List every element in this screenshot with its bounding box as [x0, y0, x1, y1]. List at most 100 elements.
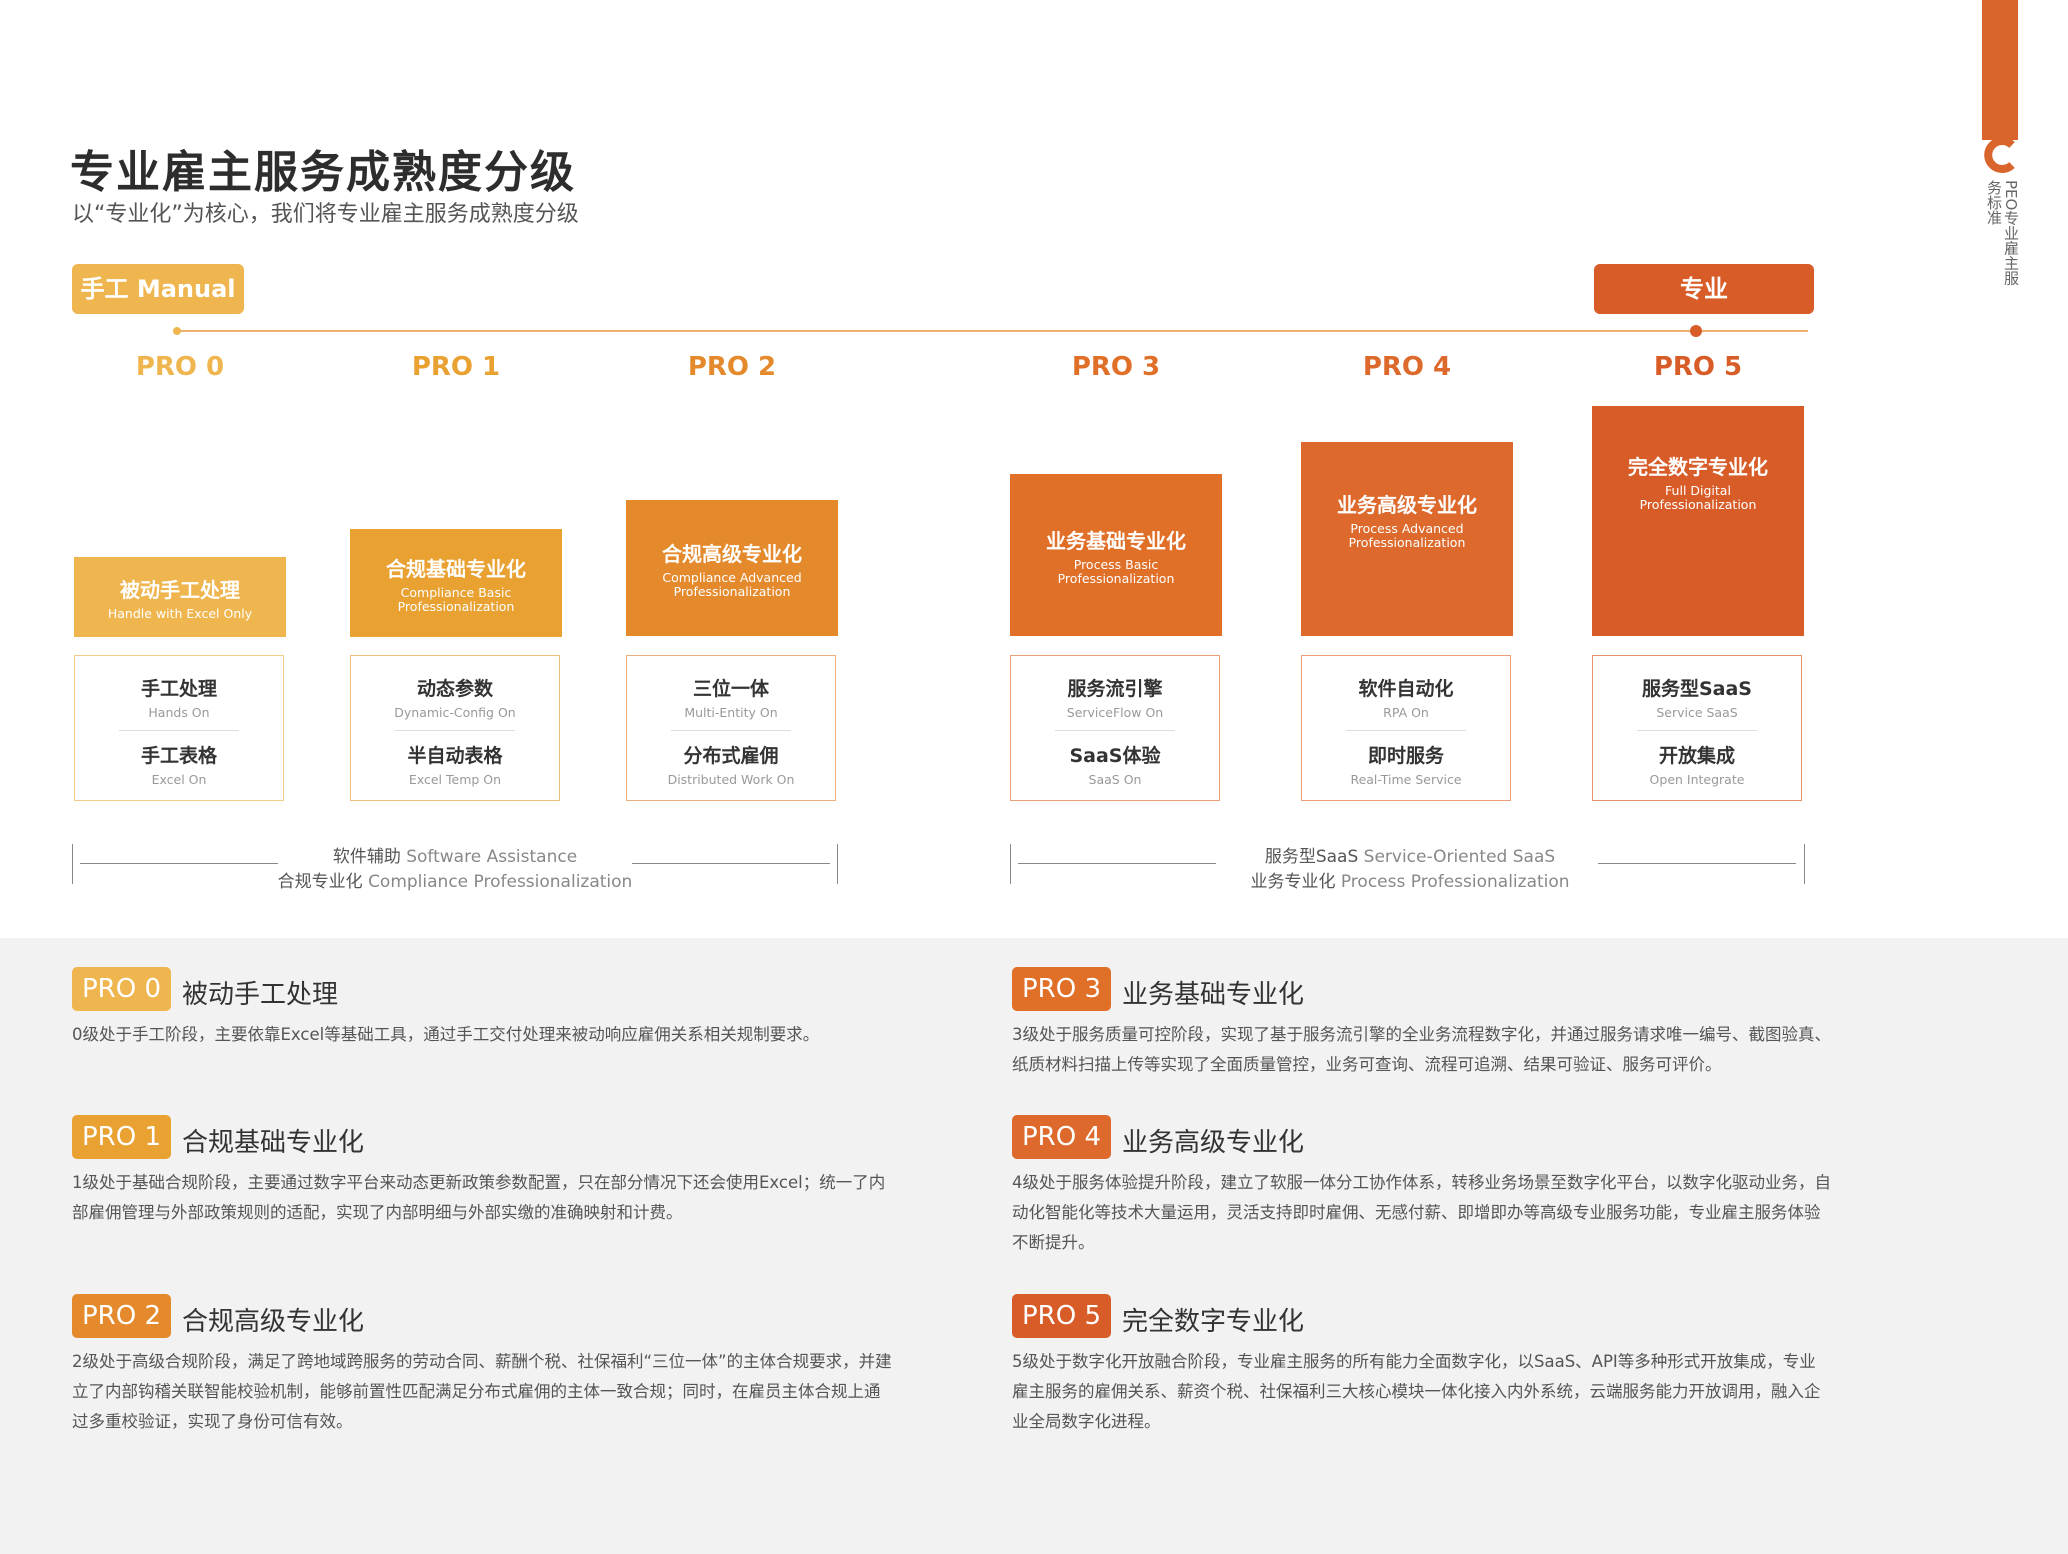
feature-name: 半自动表格 — [407, 745, 503, 767]
desc-title-pro3: 业务基础专业化 — [1122, 980, 1305, 1010]
level-box-title: 合规高级专业化 — [662, 541, 802, 566]
level-box-pro5: 完全数字专业化 Full Digital Professionalization — [1592, 406, 1804, 636]
desc-badge-pro5: PRO 5 — [1012, 1294, 1112, 1338]
timeline-end-dot — [1690, 325, 1702, 337]
desc-title-pro4: 业务高级专业化 — [1122, 1128, 1305, 1158]
page-subtitle: 以“专业化”为核心，我们将专业雇主服务成熟度分级 — [72, 202, 579, 227]
feature-en: RPA On — [1383, 705, 1429, 720]
feature-en: Dynamic-Config On — [394, 705, 516, 720]
bracket-right-label: 服务型SaaS Service-Oriented SaaS 业务专业化 Proc… — [1210, 842, 1610, 892]
bracket-right-edge — [1010, 844, 1011, 884]
feature-box-pro0: 手工处理 Hands On 手工表格 Excel On — [74, 655, 284, 801]
timeline-line — [178, 330, 1808, 332]
page-title: 专业雇主服务成熟度分级 — [70, 147, 576, 198]
timeline-start-dot — [173, 327, 181, 335]
feature-en: Distributed Work On — [667, 772, 795, 787]
feature-name: 开放集成 — [1658, 745, 1735, 767]
feature-en: Real-Time Service — [1350, 772, 1462, 787]
level-label-pro3: PRO 3 — [1071, 352, 1161, 382]
desc-body-pro3: 3级处于服务质量可控阶段，实现了基于服务流引擎的全业务流程数字化，并通过服务请求… — [1012, 1025, 1831, 1074]
level-box-title: 被动手工处理 — [120, 577, 240, 602]
bracket-arrow-line — [80, 863, 278, 864]
feature-name: SaaS体验 — [1069, 745, 1161, 767]
desc-body-pro0: 0级处于手工阶段，主要依靠Excel等基础工具，通过手工交付处理来被动响应雇佣关… — [72, 1025, 820, 1044]
bracket-left-edge — [72, 844, 73, 884]
bracket-cn: 服务型SaaS — [1264, 847, 1359, 867]
feature-en: Service SaaS — [1656, 705, 1738, 720]
desc-title-pro0: 被动手工处理 — [182, 980, 339, 1010]
bracket-en: Service-Oriented SaaS — [1363, 847, 1556, 867]
bracket-left-edge — [837, 844, 838, 884]
divider — [671, 730, 791, 731]
level-label-pro0: PRO 0 — [135, 352, 225, 382]
level-box-subtitle: Compliance Advanced Professionalization — [662, 569, 802, 599]
feature-name: 分布式雇佣 — [683, 745, 779, 767]
feature-name: 手工处理 — [140, 678, 217, 700]
level-box-pro2: 合规高级专业化 Compliance Advanced Professional… — [626, 500, 838, 636]
bracket-cn: 业务专业化 — [1250, 872, 1336, 892]
feature-name: 手工表格 — [140, 745, 217, 767]
desc-badge-pro4: PRO 4 — [1012, 1115, 1112, 1159]
feature-box-pro2: 三位一体 Multi-Entity On 分布式雇佣 Distributed W… — [626, 655, 836, 801]
feature-en: Multi-Entity On — [684, 705, 778, 720]
desc-badge-pro0: PRO 0 — [72, 967, 172, 1011]
level-label-pro5: PRO 5 — [1653, 352, 1743, 382]
divider — [1637, 730, 1757, 731]
desc-body-pro5: 5级处于数字化开放融合阶段，专业雇主服务的所有能力全面数字化，以SaaS、API… — [1012, 1352, 1821, 1431]
level-box-subtitle: Full Digital Professionalization — [1639, 482, 1757, 512]
desc-badge-pro3: PRO 3 — [1012, 967, 1112, 1011]
feature-name: 服务型SaaS — [1641, 678, 1752, 700]
feature-name: 服务流引擎 — [1067, 678, 1163, 700]
level-box-pro0: 被动手工处理 Handle with Excel Only — [74, 557, 286, 637]
level-box-title: 业务高级专业化 — [1337, 492, 1477, 517]
level-box-subtitle: Handle with Excel Only — [107, 605, 253, 621]
feature-en: Hands On — [148, 705, 210, 720]
level-box-subtitle: Process Advanced Professionalization — [1348, 520, 1466, 550]
side-tab-text: PEO专业雇主服务标准 — [1985, 180, 2020, 286]
desc-body-pro4: 4级处于服务体验提升阶段，建立了软服一体分工协作体系，转移业务场景至数字化平台，… — [1012, 1173, 1831, 1252]
bracket-right-edge — [1804, 844, 1805, 884]
level-label-pro4: PRO 4 — [1362, 352, 1452, 382]
bracket-arrow-line — [1018, 863, 1216, 864]
level-box-pro4: 业务高级专业化 Process Advanced Professionaliza… — [1301, 442, 1513, 636]
bracket-en: Compliance Professionalization — [368, 872, 633, 892]
divider — [1055, 730, 1175, 731]
level-box-pro1: 合规基础专业化 Compliance Basic Professionaliza… — [350, 529, 562, 637]
divider — [119, 730, 239, 731]
bracket-en: Process Professionalization — [1340, 872, 1570, 892]
feature-en: ServiceFlow On — [1066, 705, 1164, 720]
feature-name: 三位一体 — [692, 678, 769, 700]
feature-name: 动态参数 — [416, 678, 493, 700]
bracket-en: Software Assistance — [406, 847, 578, 867]
level-box-title: 业务基础专业化 — [1046, 528, 1186, 553]
divider — [395, 730, 515, 731]
feature-en: Open Integrate — [1649, 772, 1745, 787]
feature-box-pro5: 服务型SaaS Service SaaS 开放集成 Open Integrate — [1592, 655, 1802, 801]
level-box-subtitle: Process Basic Professionalization — [1057, 556, 1175, 586]
manual-tag: 手工 Manual — [72, 264, 244, 314]
desc-title-pro2: 合规高级专业化 — [182, 1307, 365, 1337]
bracket-arrow-line — [632, 863, 830, 864]
professional-tag: 专业 Professional — [1594, 264, 1814, 353]
level-box-pro3: 业务基础专业化 Process Basic Professionalizatio… — [1010, 474, 1222, 636]
bracket-left-label: 软件辅助 Software Assistance 合规专业化 Complianc… — [255, 842, 655, 892]
side-tab-bar — [1982, 0, 2018, 140]
desc-body-pro2: 2级处于高级合规阶段，满足了跨地域跨服务的劳动合同、薪酬个税、社保福利“三位一体… — [72, 1352, 892, 1431]
feature-box-pro4: 软件自动化 RPA On 即时服务 Real-Time Service — [1301, 655, 1511, 801]
divider — [1346, 730, 1466, 731]
feature-box-pro3: 服务流引擎 ServiceFlow On SaaS体验 SaaS On — [1010, 655, 1220, 801]
brand-logo-icon — [1984, 137, 2015, 173]
desc-badge-pro2: PRO 2 — [72, 1294, 172, 1338]
level-box-title: 完全数字专业化 — [1628, 454, 1768, 479]
bracket-cn: 软件辅助 — [332, 847, 401, 867]
feature-en: Excel Temp On — [408, 772, 502, 787]
feature-en: SaaS On — [1088, 772, 1142, 787]
feature-box-pro1: 动态参数 Dynamic-Config On 半自动表格 Excel Temp … — [350, 655, 560, 801]
bracket-arrow-line — [1598, 863, 1796, 864]
feature-name: 软件自动化 — [1358, 678, 1454, 700]
desc-body-pro1: 1级处于基础合规阶段，主要通过数字平台来动态更新政策参数配置，只在部分情况下还会… — [72, 1173, 886, 1222]
level-label-pro1: PRO 1 — [411, 352, 501, 382]
level-label-pro2: PRO 2 — [687, 352, 777, 382]
feature-name: 即时服务 — [1367, 745, 1444, 767]
desc-badge-pro1: PRO 1 — [72, 1115, 172, 1159]
